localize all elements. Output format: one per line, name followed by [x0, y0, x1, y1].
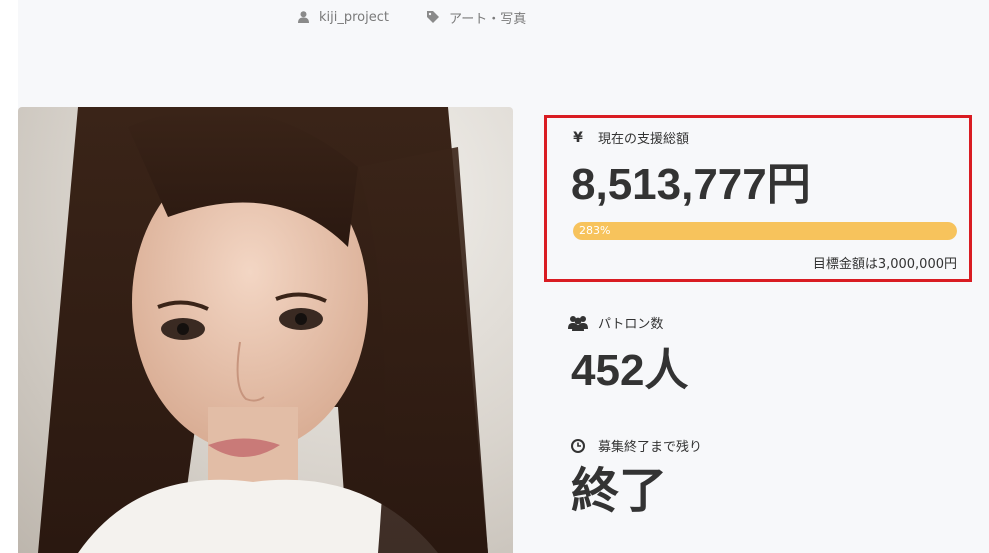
author-name: kiji_project	[319, 9, 389, 25]
remaining-label-text: 募集終了まで残り	[598, 440, 703, 455]
yen-icon: ¥	[573, 129, 583, 146]
category-link[interactable]: アート・写真	[426, 8, 527, 27]
funding-amount: 8,513,777円	[571, 160, 811, 209]
funding-goal: 目標金額は3,000,000円	[812, 257, 957, 272]
funding-progress-fill	[573, 222, 957, 240]
remaining-label: 募集終了まで残り	[568, 436, 702, 455]
funding-progress-bar	[573, 222, 957, 240]
funding-label-text: 現在の支援総額	[598, 132, 690, 147]
project-main-photo	[18, 107, 513, 553]
funding-progress-percent: 283%	[579, 224, 611, 237]
author-link[interactable]: kiji_project	[298, 10, 389, 25]
funding-label: ¥ 現在の支援総額	[568, 128, 690, 148]
portrait-illustration	[38, 107, 488, 553]
users-icon	[568, 315, 588, 331]
tag-icon	[426, 11, 439, 23]
patrons-label: パトロン数	[568, 313, 663, 332]
patrons-count: 452人	[571, 346, 689, 395]
category-name: アート・写真	[448, 11, 527, 27]
project-meta: kiji_project アート・写真	[298, 6, 564, 28]
user-icon	[298, 11, 309, 23]
patrons-label-text: パトロン数	[598, 317, 664, 332]
clock-icon	[568, 438, 588, 453]
remaining-value: 終了	[571, 465, 668, 518]
